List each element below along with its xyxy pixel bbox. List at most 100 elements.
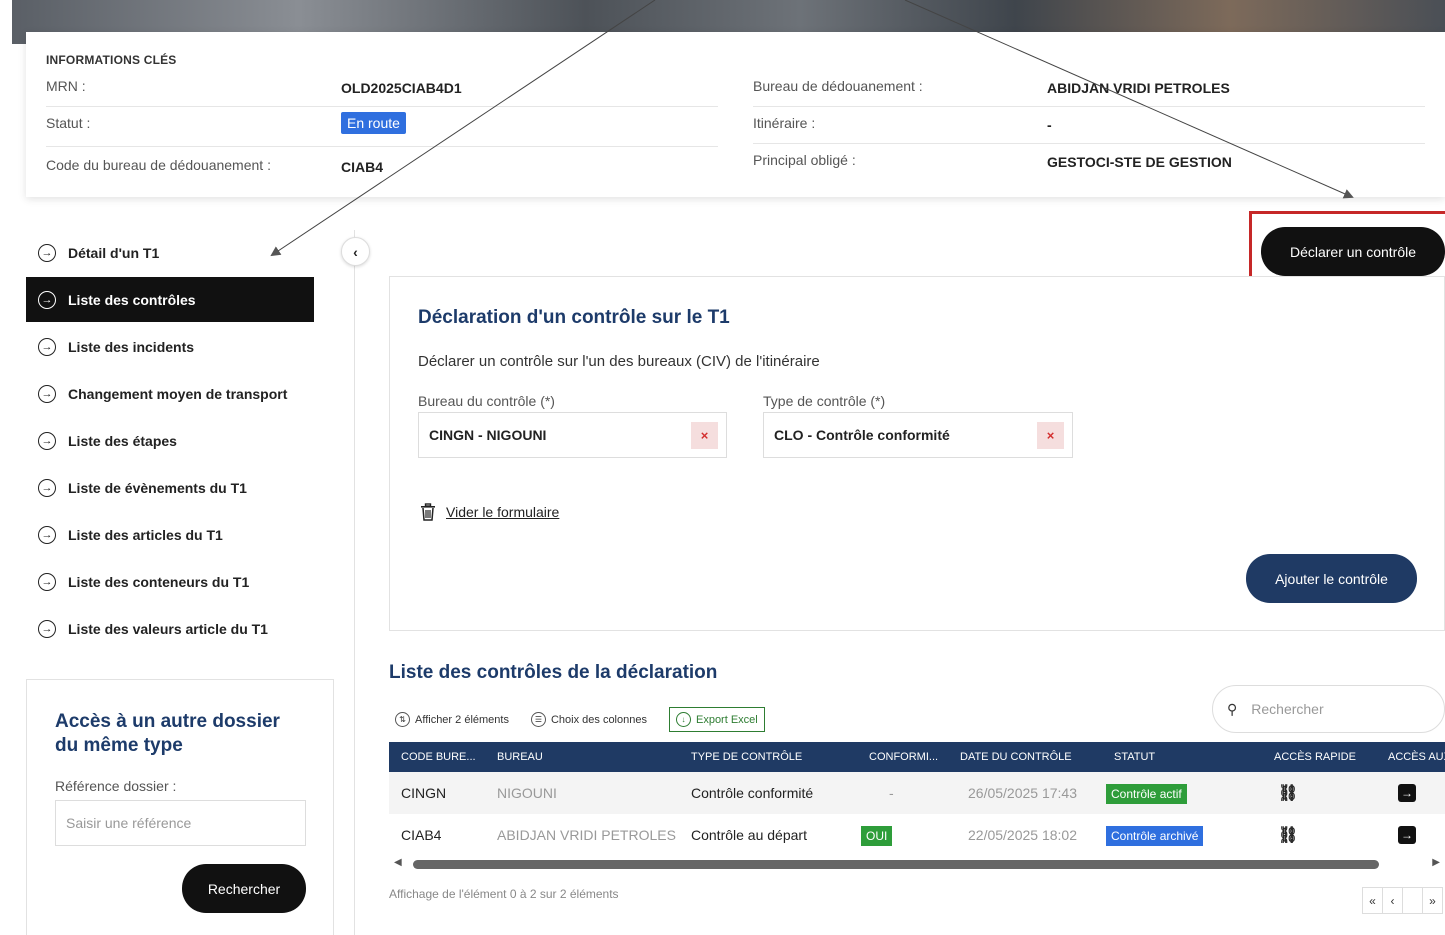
status-badge: En route bbox=[341, 112, 406, 134]
reference-input[interactable]: Saisir une référence bbox=[55, 800, 306, 846]
sort-icon: ⇅ bbox=[395, 712, 410, 727]
type-field-label: Type de contrôle (*) bbox=[763, 393, 886, 409]
search-icon: ⚲ bbox=[1227, 700, 1238, 717]
nav-item-label: Liste des incidents bbox=[68, 338, 195, 355]
info-divider bbox=[753, 106, 1425, 107]
clear-type-icon[interactable]: × bbox=[1037, 422, 1064, 449]
reset-form-link[interactable]: Vider le formulaire bbox=[420, 503, 559, 521]
nav-item-liste-controles[interactable]: → Liste des contrôles bbox=[26, 277, 314, 322]
bureau-select[interactable]: CINGN - NIGOUNI × bbox=[418, 412, 727, 458]
code-bureau-value: CIAB4 bbox=[341, 159, 384, 175]
cell-type: Contrôle conformité bbox=[679, 772, 857, 814]
column-header[interactable]: ACCÈS AUX bbox=[1376, 742, 1445, 772]
page-button[interactable] bbox=[1402, 887, 1423, 914]
arrow-right-circle-icon: → bbox=[38, 572, 56, 591]
cell-statut: Contrôle archivé bbox=[1102, 814, 1262, 854]
nav-item-label: Liste des articles du T1 bbox=[68, 526, 223, 543]
arrow-right-circle-icon: → bbox=[38, 337, 56, 356]
principal-label: Principal obligé : bbox=[753, 152, 856, 168]
cell-access: → bbox=[1376, 772, 1445, 814]
table-row[interactable]: CIAB4 ABIDJAN VRIDI PETROLES Contrôle au… bbox=[389, 814, 1445, 854]
table-toolbar: ⇅ Afficher 2 éléments ☰ Choix des colonn… bbox=[395, 707, 765, 732]
itineraire-value: - bbox=[1047, 117, 1052, 133]
arrow-right-circle-icon: → bbox=[38, 431, 56, 450]
column-header[interactable]: CONFORMI... bbox=[857, 742, 948, 772]
column-header[interactable]: STATUT bbox=[1102, 742, 1262, 772]
cell-bureau: ABIDJAN VRIDI PETROLES bbox=[485, 814, 679, 854]
workflow-icon[interactable]: ⛓ bbox=[1278, 827, 1298, 844]
show-elements-label: Afficher 2 éléments bbox=[415, 713, 509, 726]
info-divider bbox=[46, 146, 718, 147]
mrn-value: OLD2025CIAB4D1 bbox=[341, 80, 462, 96]
export-excel-button[interactable]: ↓ Export Excel bbox=[668, 707, 765, 732]
nav-item-liste-etapes[interactable]: → Liste des étapes bbox=[26, 418, 314, 463]
clear-bureau-icon[interactable]: × bbox=[691, 422, 718, 449]
chevron-left-icon: ‹ bbox=[353, 243, 358, 260]
collapse-sidebar-button[interactable]: ‹ bbox=[341, 237, 370, 266]
nav-item-detail-t1[interactable]: → Détail d'un T1 bbox=[26, 230, 314, 275]
cell-bureau: NIGOUNI bbox=[485, 772, 679, 814]
table-row[interactable]: CINGN NIGOUNI Contrôle conformité - 26/0… bbox=[389, 772, 1445, 814]
column-header[interactable]: ACCÈS RAPIDE bbox=[1262, 742, 1376, 772]
columns-icon: ☰ bbox=[530, 712, 546, 727]
statut-value: En route bbox=[341, 112, 406, 134]
scroll-right-icon[interactable]: ▶ bbox=[1432, 857, 1440, 868]
bureau-select-value: CINGN - NIGOUNI bbox=[429, 427, 547, 443]
add-control-button[interactable]: Ajouter le contrôle bbox=[1246, 554, 1417, 603]
download-icon: ↓ bbox=[675, 712, 691, 727]
column-header[interactable]: CODE BURE... bbox=[389, 742, 485, 772]
cell-statut: Contrôle actif bbox=[1102, 772, 1262, 814]
sidebar-divider bbox=[354, 230, 355, 935]
cell-quick-access: ⛓ bbox=[1262, 814, 1376, 854]
cell-code: CIAB4 bbox=[389, 814, 485, 854]
workflow-icon[interactable]: ⛓ bbox=[1278, 785, 1298, 802]
nav-item-label: Changement moyen de transport bbox=[68, 385, 288, 402]
show-elements-button[interactable]: ⇅ Afficher 2 éléments bbox=[395, 712, 509, 727]
controls-list-title: Liste des contrôles de la déclaration bbox=[389, 662, 718, 683]
access-panel-title: Accès à un autre dossier du même type bbox=[55, 711, 280, 756]
nav-item-liste-conteneurs[interactable]: → Liste des conteneurs du T1 bbox=[26, 559, 314, 604]
code-bureau-label: Code du bureau de dédouanement : bbox=[46, 157, 271, 173]
scrollbar-thumb[interactable] bbox=[413, 860, 1379, 869]
cell-date: 26/05/2025 17:43 bbox=[948, 772, 1102, 814]
first-page-button[interactable]: « bbox=[1362, 887, 1383, 914]
nav-item-label: Liste des contrôles bbox=[68, 291, 196, 308]
nav-item-label: Liste des conteneurs du T1 bbox=[68, 573, 250, 590]
side-navigation: → Détail d'un T1 → Liste des contrôles →… bbox=[26, 230, 314, 653]
trash-icon bbox=[421, 503, 435, 521]
bureau-value: ABIDJAN VRIDI PETROLES bbox=[1047, 80, 1230, 96]
cell-code: CINGN bbox=[389, 772, 485, 814]
open-arrow-icon[interactable]: → bbox=[1398, 826, 1416, 844]
arrow-right-circle-icon: → bbox=[38, 243, 56, 262]
nav-item-liste-valeurs[interactable]: → Liste des valeurs article du T1 bbox=[26, 606, 314, 651]
nav-item-changement-transport[interactable]: → Changement moyen de transport bbox=[26, 371, 314, 416]
column-header[interactable]: DATE DU CONTRÔLE bbox=[948, 742, 1102, 772]
export-excel-label: Export Excel bbox=[695, 713, 758, 726]
open-arrow-icon[interactable]: → bbox=[1398, 784, 1416, 802]
nav-item-liste-evenements[interactable]: → Liste de évènements du T1 bbox=[26, 465, 314, 510]
search-placeholder: Rechercher bbox=[1251, 701, 1324, 717]
column-header[interactable]: TYPE DE CONTRÔLE bbox=[679, 742, 857, 772]
column-header[interactable]: BUREAU bbox=[485, 742, 679, 772]
last-page-button[interactable]: » bbox=[1422, 887, 1443, 914]
info-divider bbox=[753, 143, 1425, 144]
prev-page-button[interactable]: ‹ bbox=[1382, 887, 1403, 914]
status-badge: Contrôle actif bbox=[1106, 784, 1187, 804]
horizontal-scrollbar[interactable]: ◀ ▶ bbox=[389, 857, 1445, 871]
type-select[interactable]: CLO - Contrôle conformité × bbox=[763, 412, 1073, 458]
bureau-field-label: Bureau du contrôle (*) bbox=[418, 393, 555, 409]
search-reference-button[interactable]: Rechercher bbox=[182, 864, 306, 913]
cell-conformite: OUI bbox=[857, 814, 948, 854]
arrow-right-circle-icon: → bbox=[38, 290, 56, 309]
table-search-input[interactable]: ⚲ Rechercher bbox=[1212, 685, 1445, 733]
scroll-left-icon[interactable]: ◀ bbox=[394, 857, 402, 868]
nav-item-liste-articles[interactable]: → Liste des articles du T1 bbox=[26, 512, 314, 557]
access-other-file-panel: Accès à un autre dossier du même type Ré… bbox=[26, 679, 334, 935]
arrow-right-circle-icon: → bbox=[38, 384, 56, 403]
nav-item-liste-incidents[interactable]: → Liste des incidents bbox=[26, 324, 314, 369]
controls-table: CODE BURE... BUREAU TYPE DE CONTRÔLE CON… bbox=[389, 742, 1445, 854]
nav-item-label: Liste des étapes bbox=[68, 432, 177, 449]
reset-form-label: Vider le formulaire bbox=[446, 504, 560, 520]
choose-columns-button[interactable]: ☰ Choix des colonnes bbox=[530, 712, 647, 727]
itineraire-label: Itinéraire : bbox=[753, 115, 816, 131]
